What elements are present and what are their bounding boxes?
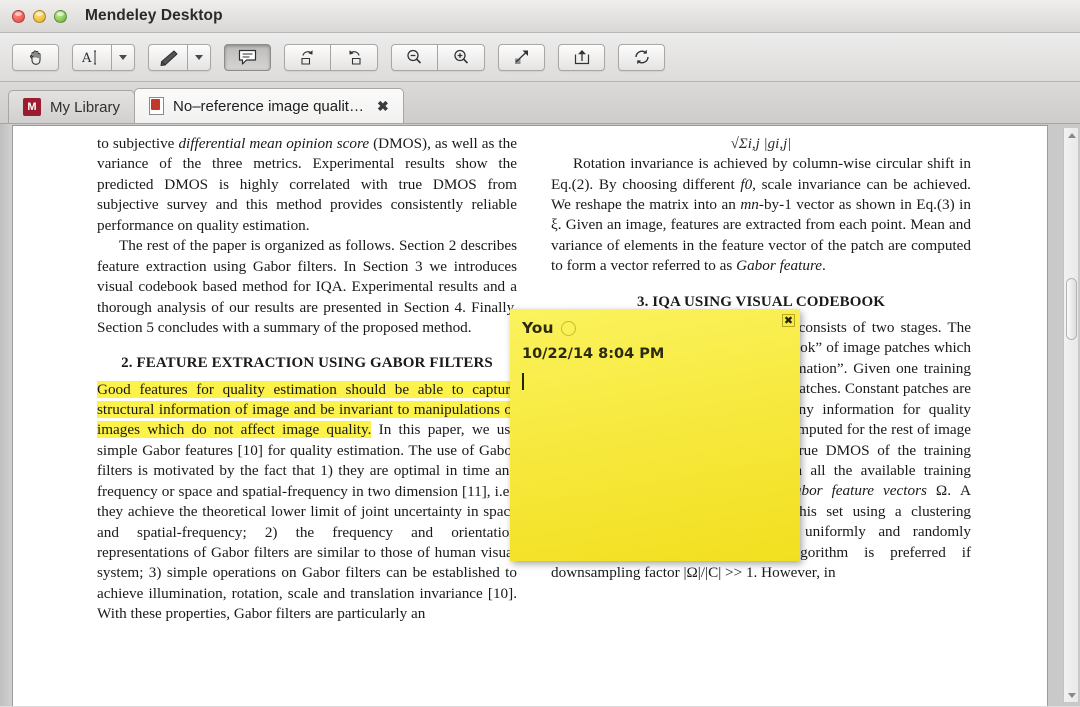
- rotate-tool-group: [284, 44, 378, 71]
- sticky-note-timestamp: 10/22/14 8:04 PM: [522, 346, 788, 362]
- sync-icon: [632, 48, 652, 66]
- viewport-left-gutter: [0, 124, 13, 706]
- sticky-note-tool-group: [224, 44, 271, 71]
- scroll-thumb[interactable]: [1066, 278, 1077, 340]
- mendeley-library-icon: M: [23, 98, 41, 116]
- minimize-window-button[interactable]: [33, 10, 46, 23]
- svg-text:A: A: [81, 51, 92, 66]
- left-p3-rest: In this paper, we use simple Gabor featu…: [97, 421, 517, 622]
- sticky-note-icon: [237, 48, 258, 66]
- left-paragraph-3: Good features for quality estimation sho…: [97, 380, 517, 625]
- pdf-toolbar: A: [0, 33, 1080, 82]
- pan-tool-group: [12, 44, 59, 71]
- close-window-button[interactable]: [12, 10, 25, 23]
- tab-document-label: No–reference image qualit…: [173, 98, 364, 115]
- sync-tool-group: [618, 44, 665, 71]
- hand-icon: [27, 48, 45, 66]
- sticky-note-textarea[interactable]: [522, 373, 788, 523]
- pdf-file-icon: [149, 97, 164, 115]
- left-p1-italic: differential mean opinion score: [178, 135, 369, 152]
- zoom-out-icon: [405, 48, 424, 66]
- select-text-icon: A: [81, 49, 103, 66]
- sticky-note-close-icon[interactable]: ✖: [782, 314, 795, 327]
- fullscreen-button[interactable]: [498, 44, 545, 71]
- rotate-right-icon: [345, 48, 364, 66]
- rotate-right-button[interactable]: [331, 44, 378, 71]
- share-icon: [572, 48, 592, 66]
- right-p1-mn: mn: [740, 196, 759, 213]
- highlighter-pen-icon: [157, 49, 179, 66]
- window-titlebar: Mendeley Desktop: [0, 0, 1080, 33]
- share-button[interactable]: [558, 44, 605, 71]
- sticky-note-header: You: [522, 319, 788, 337]
- fullscreen-icon: [512, 48, 532, 66]
- left-paragraph-2: The rest of the paper is organized as fo…: [97, 236, 517, 338]
- tab-document[interactable]: No–reference image qualit… ✖: [134, 88, 404, 123]
- left-section-heading: 2. FEATURE EXTRACTION USING GABOR FILTER…: [97, 353, 517, 373]
- select-text-tool-group: A: [72, 44, 135, 71]
- right-p1-gabor-feature: Gabor feature: [736, 257, 822, 274]
- equation-fragment: √Σi,j |gi,j|: [551, 134, 971, 154]
- left-p1-part-a: to subjective: [97, 135, 178, 152]
- rotate-left-button[interactable]: [284, 44, 331, 71]
- sync-button[interactable]: [618, 44, 665, 71]
- chevron-down-icon: [195, 55, 203, 60]
- sticky-note-author: You: [522, 319, 553, 337]
- zoom-tool-group: [391, 44, 485, 71]
- zoom-out-button[interactable]: [391, 44, 438, 71]
- user-circle-icon: [561, 321, 576, 336]
- sticky-note-annotation[interactable]: ✖ You 10/22/14 8:04 PM: [510, 309, 800, 561]
- pdf-page: to subjective differential mean opinion …: [13, 126, 1047, 706]
- window-controls: [12, 10, 67, 23]
- right-p1-f0: f0: [740, 176, 752, 193]
- document-tabbar: M My Library No–reference image qualit… …: [0, 82, 1080, 124]
- fullscreen-tool-group: [498, 44, 545, 71]
- share-tool-group: [558, 44, 605, 71]
- tab-my-library-label: My Library: [50, 99, 120, 116]
- pdf-left-column: to subjective differential mean opinion …: [97, 134, 517, 706]
- window-title: Mendeley Desktop: [85, 7, 223, 25]
- tab-close-icon[interactable]: ✖: [377, 98, 389, 115]
- select-text-button[interactable]: A: [72, 44, 112, 71]
- left-paragraph-1: to subjective differential mean opinion …: [97, 134, 517, 236]
- right-paragraph-1: Rotation invariance is achieved by colum…: [551, 154, 971, 277]
- select-text-dropdown-button[interactable]: [112, 44, 135, 71]
- triangle-down-icon: [1068, 693, 1076, 698]
- right-p1-part-d: .: [822, 257, 826, 274]
- zoom-in-button[interactable]: [438, 44, 485, 71]
- chevron-down-icon: [119, 55, 127, 60]
- highlight-color-dropdown-button[interactable]: [188, 44, 211, 71]
- tab-my-library[interactable]: M My Library: [8, 90, 135, 123]
- rotate-left-icon: [298, 48, 317, 66]
- vertical-scrollbar[interactable]: [1063, 128, 1078, 702]
- pdf-viewport[interactable]: to subjective differential mean opinion …: [0, 124, 1080, 706]
- zoom-in-icon: [452, 48, 471, 66]
- right-p2-gabor-vectors-2: Gabor feature vectors: [783, 482, 927, 499]
- mendeley-desktop-window: Mendeley Desktop A: [0, 0, 1080, 707]
- triangle-up-icon: [1068, 133, 1076, 138]
- sticky-note-button[interactable]: [224, 44, 271, 71]
- scroll-down-button[interactable]: [1064, 688, 1079, 702]
- pan-button[interactable]: [12, 44, 59, 71]
- scroll-up-button[interactable]: [1064, 128, 1079, 142]
- highlight-tool-group: [148, 44, 211, 71]
- text-cursor: [522, 373, 524, 390]
- highlight-button[interactable]: [148, 44, 188, 71]
- maximize-window-button[interactable]: [54, 10, 67, 23]
